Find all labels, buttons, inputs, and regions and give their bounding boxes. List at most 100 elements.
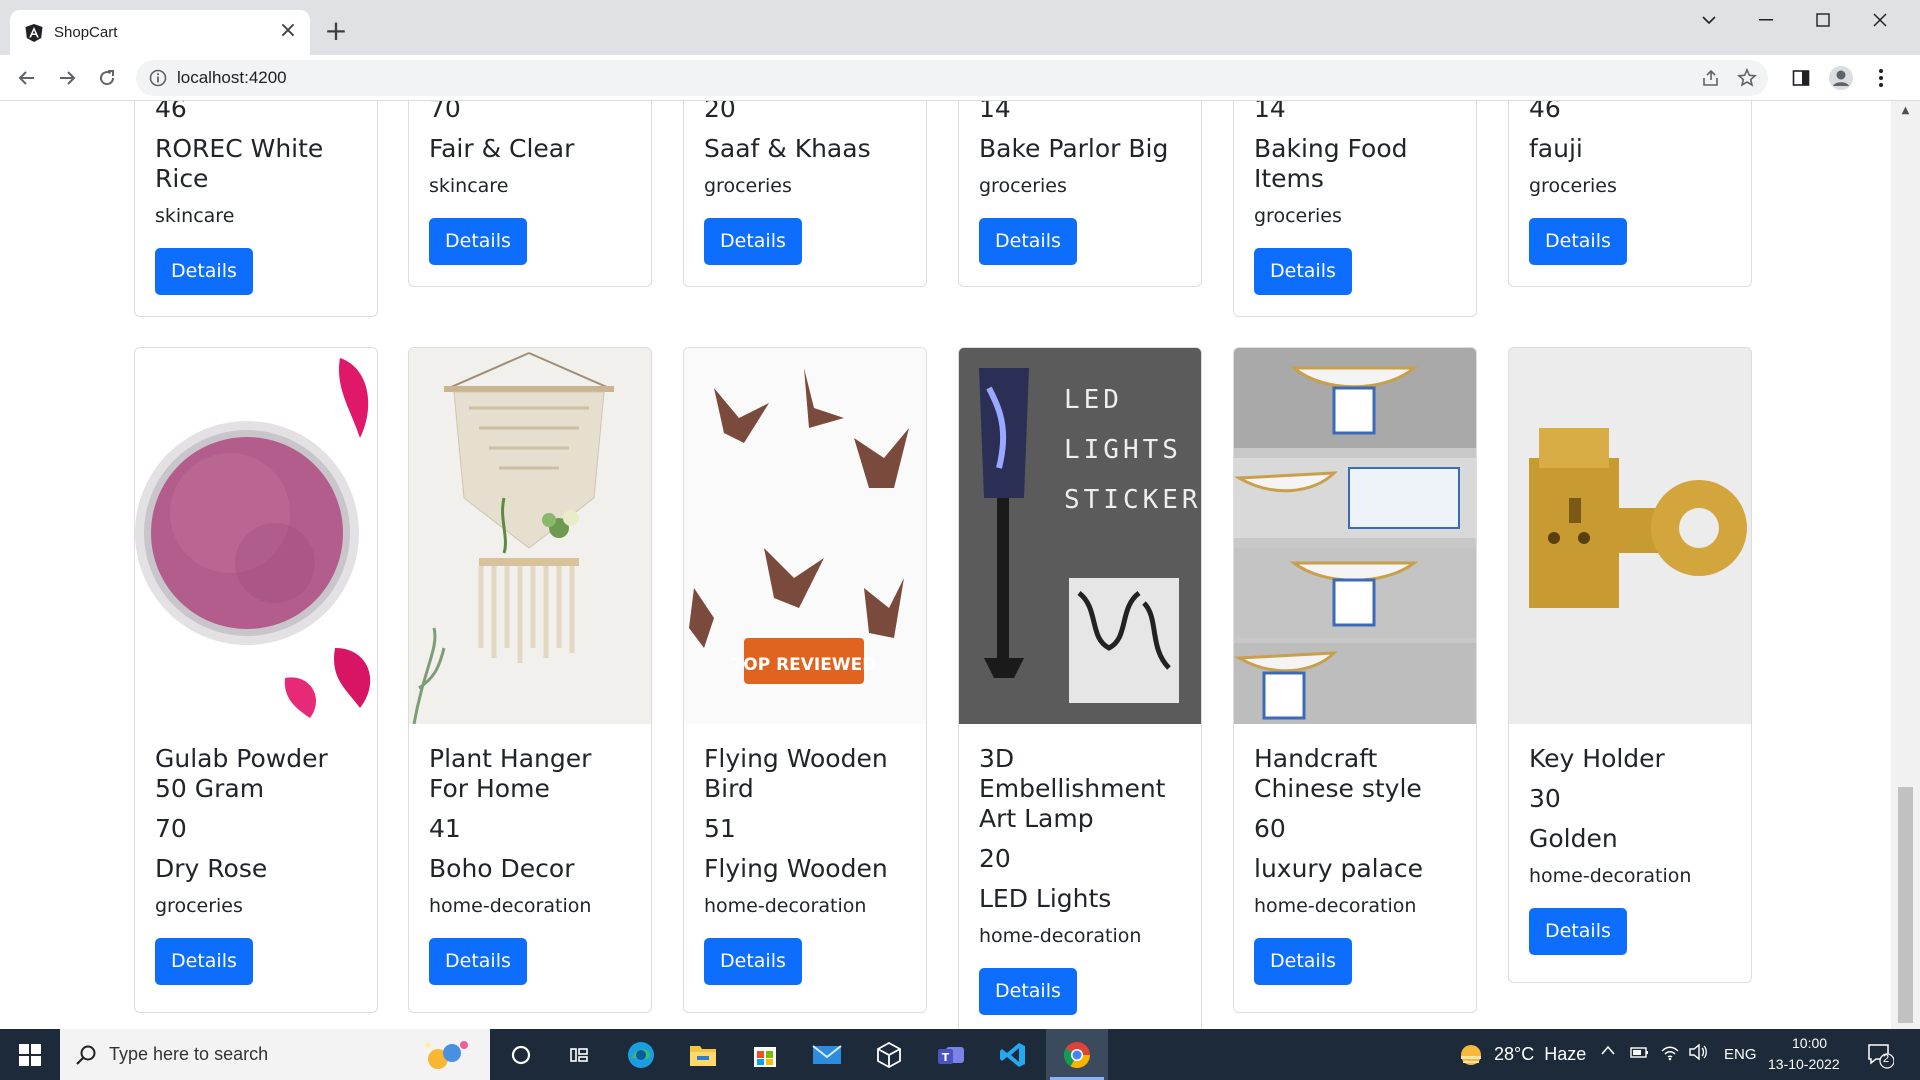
details-button[interactable]: Details [979, 218, 1077, 265]
page-scrollbar[interactable]: ▲ [1891, 101, 1920, 1029]
product-brand: luxury palace [1254, 854, 1424, 883]
chrome-icon[interactable] [1046, 1029, 1108, 1080]
golden-key-holder-image [1509, 348, 1751, 724]
details-button[interactable]: Details [1529, 908, 1627, 955]
product-brand: Boho Decor [429, 854, 575, 883]
battery-icon[interactable] [1630, 1045, 1650, 1064]
macrame-plant-hanger-image [409, 348, 651, 724]
scroll-up-arrow-icon[interactable]: ▲ [1891, 105, 1920, 119]
reload-icon[interactable] [92, 63, 122, 93]
tab-title: ShopCart [54, 24, 118, 41]
product-price: 20 [979, 844, 1011, 873]
wifi-icon[interactable] [1660, 1043, 1680, 1066]
product-title: Key Holder [1529, 744, 1665, 773]
details-button[interactable]: Details [429, 938, 527, 985]
top-reviewed-badge: TOP REVIEWED [732, 655, 877, 675]
tab-search-chevron-icon[interactable] [1680, 0, 1737, 40]
notifications-icon[interactable] [1866, 1041, 1895, 1074]
task-view-icon[interactable] [548, 1029, 610, 1080]
product-price: 30 [1529, 784, 1561, 813]
details-button[interactable]: Details [429, 218, 527, 265]
product-title: Fair & Clear [429, 134, 575, 163]
details-button[interactable]: Details [1529, 218, 1627, 265]
clock-time[interactable]: 10:00 [1792, 1035, 1827, 1051]
close-window-button[interactable] [1851, 0, 1908, 40]
product-category: skincare [429, 175, 509, 197]
taskbar-search-box[interactable]: Type here to search [60, 1029, 490, 1080]
cube-app-icon[interactable] [858, 1029, 920, 1080]
browser-toolbar: localhost:4200 [0, 55, 1920, 101]
maximize-window-button[interactable] [1794, 0, 1851, 40]
search-placeholder: Type here to search [109, 1044, 269, 1064]
page-viewport: 46 ROREC White Rice skincare Details 70 … [0, 101, 1891, 1029]
details-button[interactable]: Details [1254, 248, 1352, 295]
lights-text: LIGHTS [1064, 435, 1182, 465]
url-text: localhost:4200 [177, 68, 287, 87]
weather-text[interactable]: 28°C Haze [1494, 1044, 1586, 1065]
tray-chevron-up-icon[interactable] [1600, 1043, 1616, 1061]
product-brand: Flying Wooden [704, 854, 888, 883]
details-button[interactable]: Details [704, 938, 802, 985]
product-card: 70 Fair & Clear skincare Details [408, 101, 652, 287]
language-indicator[interactable]: ENG [1724, 1046, 1757, 1063]
product-category: home-decoration [429, 895, 592, 917]
details-button[interactable]: Details [155, 248, 253, 295]
product-title: Bake Parlor Big [979, 134, 1169, 163]
product-price: 14 [1254, 101, 1286, 123]
product-title: Saaf & Khaas [704, 134, 871, 163]
details-button[interactable]: Details [704, 218, 802, 265]
site-info-icon[interactable] [148, 68, 168, 88]
browser-menu-icon[interactable] [1868, 65, 1894, 91]
details-button[interactable]: Details [1254, 938, 1352, 985]
details-button[interactable]: Details [979, 968, 1077, 1015]
product-price: 14 [979, 101, 1011, 123]
product-category: groceries [155, 895, 243, 917]
microsoft-store-icon[interactable] [734, 1029, 796, 1080]
product-category: groceries [979, 175, 1067, 197]
browser-tab-shopcart[interactable]: ShopCart × [10, 10, 310, 55]
edge-browser-icon[interactable] [610, 1029, 672, 1080]
windows-start-button[interactable] [0, 1029, 60, 1080]
profile-avatar-icon[interactable] [1828, 65, 1854, 91]
product-title: Baking Food Items [1254, 134, 1408, 193]
details-button[interactable]: Details [155, 938, 253, 985]
back-arrow-icon[interactable] [12, 63, 42, 93]
product-card: Key Holder 30 Golden home-decoration Det… [1508, 347, 1752, 983]
bookmark-star-icon[interactable] [1736, 67, 1758, 89]
product-card: Plant Hanger For Home 41 Boho Decor home… [408, 347, 652, 1013]
cortana-icon[interactable] [490, 1029, 552, 1080]
mail-icon[interactable] [796, 1029, 858, 1080]
teams-icon[interactable]: T [920, 1029, 982, 1080]
minimize-window-button[interactable] [1737, 0, 1794, 40]
weather-haze-icon[interactable] [1458, 1042, 1484, 1068]
product-price: 46 [1529, 101, 1561, 123]
product-price: 70 [429, 101, 461, 123]
product-category: groceries [1254, 205, 1342, 227]
product-category: home-decoration [979, 925, 1142, 947]
close-tab-icon[interactable]: × [276, 20, 300, 44]
forward-arrow-icon[interactable] [52, 63, 82, 93]
angular-logo-icon [25, 24, 43, 42]
led-text: LED [1064, 385, 1123, 415]
product-price: 46 [155, 101, 187, 123]
product-title: ROREC White Rice [155, 134, 324, 193]
product-title: fauji [1529, 134, 1583, 163]
share-icon[interactable] [1700, 67, 1722, 89]
product-card: 20 Saaf & Khaas groceries Details [683, 101, 927, 287]
windows-logo-icon [19, 1043, 41, 1066]
volume-icon[interactable] [1688, 1043, 1708, 1066]
clock-date[interactable]: 13-10-2022 [1768, 1056, 1840, 1072]
vscode-icon[interactable] [982, 1029, 1044, 1080]
product-price: 60 [1254, 814, 1286, 843]
product-category: skincare [155, 205, 235, 227]
notification-count: 2 [1883, 1053, 1890, 1065]
scrollbar-thumb[interactable] [1898, 787, 1913, 1023]
address-bar[interactable]: localhost:4200 [136, 60, 1768, 96]
product-card: 14 Baking Food Items groceries Details [1233, 101, 1477, 317]
file-explorer-icon[interactable] [672, 1029, 734, 1080]
new-tab-button[interactable]: + [322, 17, 350, 46]
browser-titlebar: ShopCart × + [0, 0, 1920, 55]
product-card: Gulab Powder 50 Gram 70 Dry Rose groceri… [134, 347, 378, 1013]
product-title: Gulab Powder 50 Gram [155, 744, 328, 803]
side-panel-icon[interactable] [1788, 65, 1814, 91]
